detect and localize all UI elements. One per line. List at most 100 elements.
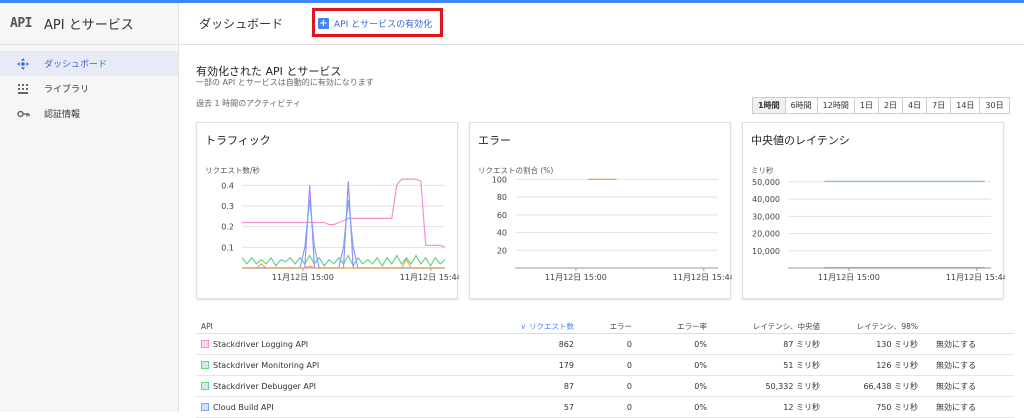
x-tick-label: 11月12日 15:44 [673,273,732,282]
y-tick-label: 20 [497,246,507,255]
col-requests-label: リクエスト数 [529,322,574,331]
cell-p98: 66,438 ミリ秒 [863,381,918,391]
api-name-link[interactable]: Cloud Build API [196,403,496,412]
sidebar-item-label: 認証情報 [44,110,81,120]
range-1d[interactable]: 1日 [853,98,878,113]
cell-p98: 750 ミリ秒 [876,402,918,412]
y-tick-label: 60 [497,211,507,220]
disable-button[interactable]: 無効にする [918,381,978,392]
api-name-link[interactable]: Stackdriver Monitoring API [196,361,496,370]
y-tick-label: 0.2 [221,223,234,232]
series-color-swatch [201,361,209,369]
cell-requests: 57 [563,402,574,412]
x-tick-label: 11月12日 15:44 [946,273,1005,282]
col-api[interactable]: API [196,322,496,331]
errors-chart[interactable]: 100 80 60 40 20 11月12日 15:00 11月12日 15:44 [470,123,732,300]
table-row: Stackdriver Monitoring API 179 0 0% 51 ミリ秒 12… [196,355,1014,376]
y-tick-label: 0.4 [221,181,234,190]
api-name-link[interactable]: Stackdriver Logging API [196,340,496,349]
cell-latency: 87 ミリ秒 [783,339,820,349]
main-content: 有効化された API とサービス 一部の API とサービスは自動的に有効になり… [180,46,1024,418]
api-name: Stackdriver Monitoring API [213,360,320,370]
series-color-swatch [201,382,209,390]
cell-requests: 87 [563,381,574,391]
disable-button[interactable]: 無効にする [918,402,978,413]
cell-latency: 12 ミリ秒 [783,402,820,412]
cell-latency: 50,332 ミリ秒 [765,381,820,391]
cell-errors: 0 [626,381,632,391]
table-row: Stackdriver Logging API 862 0 0% 87 ミリ秒 130 ミ… [196,334,1014,355]
x-tick-label: 11月12日 15:00 [545,273,607,282]
api-name: Cloud Build API [213,402,274,412]
cell-error-rate: 0% [694,402,707,412]
y-tick-label: 0.1 [221,243,234,252]
range-14d[interactable]: 14日 [950,98,979,113]
y-tick-label: 10,000 [752,247,780,256]
brand: API API とサービス [0,3,178,45]
x-tick-label: 11月12日 15:00 [272,273,334,282]
cell-latency: 51 ミリ秒 [783,360,820,370]
range-30d[interactable]: 30日 [979,98,1008,113]
latency-chart-card: 中央値のレイテンシ ミリ秒 50,000 40,000 30,000 20,000 10… [742,122,1005,300]
cell-error-rate: 0% [694,339,707,349]
sidebar-item-label: ダッシュボード [44,60,108,70]
series-line [242,178,446,248]
x-tick-label: 11月12日 15:44 [400,273,459,282]
sidebar-nav: ダッシュボード ライブラリ 認証情報 [0,45,178,126]
highlight-box [312,8,443,37]
table-body: Stackdriver Logging API 862 0 0% 87 ミリ秒 130 ミ… [196,334,1014,418]
disable-button[interactable]: 無効にする [918,339,978,350]
sidebar-item-library[interactable]: ライブラリ [0,76,178,101]
header: ダッシュボード + API とサービスの有効化 [180,3,1024,45]
time-range-selector: 1時間 6時間 12時間 1日 2日 4日 7日 14日 30日 [752,97,1010,114]
api-name: Stackdriver Logging API [213,339,309,349]
api-name: Stackdriver Debugger API [213,381,317,391]
cell-errors: 0 [626,339,632,349]
y-tick-label: 40,000 [752,195,780,204]
range-12h[interactable]: 12時間 [816,98,854,113]
table-row: Cloud Build API 57 0 0% 12 ミリ秒 750 ミリ秒 無効にする [196,397,1014,418]
cell-error-rate: 0% [694,360,707,370]
range-4d[interactable]: 4日 [902,98,926,113]
dashboard-icon [16,57,30,71]
disable-button[interactable]: 無効にする [918,360,978,371]
series-line [242,181,445,269]
sidebar-item-credentials[interactable]: 認証情報 [0,101,178,126]
range-2d[interactable]: 2日 [877,98,902,113]
col-latency[interactable]: レイテンシ、中央値 [707,321,820,332]
traffic-chart[interactable]: 0.4 0.3 0.2 0.1 11月12日 15:00 11月12日 15:44 [197,123,459,300]
api-name-link[interactable]: Stackdriver Debugger API [196,382,496,391]
col-requests[interactable]: ∨ リクエスト数 [496,321,575,332]
cell-errors: 0 [626,402,632,412]
y-tick-label: 50,000 [752,178,780,187]
col-error-rate[interactable]: エラー率 [632,321,707,332]
sidebar-item-dashboard[interactable]: ダッシュボード [0,51,178,76]
col-errors[interactable]: エラー [574,321,633,332]
col-latency-98[interactable]: レイテンシ、98% [820,321,918,332]
series-color-swatch [201,403,209,411]
cell-error-rate: 0% [694,381,707,391]
table-row: Stackdriver Debugger API 87 0 0% 50,332 ミリ秒 6… [196,376,1014,397]
cell-requests: 179 [558,360,574,370]
activity-label: 過去 1 時間のアクティビティ [196,99,301,108]
range-7d[interactable]: 7日 [926,98,950,113]
section-subtitle: 一部の API とサービスは自動的に有効になります [196,78,374,87]
sidebar: API API とサービス ダッシュボード ライブラリ 認証情報 [0,3,179,412]
y-tick-label: 40 [497,229,507,238]
range-6h[interactable]: 6時間 [784,98,817,113]
latency-chart[interactable]: 50,000 40,000 30,000 20,000 10,000 11月12日 15:… [743,123,1005,300]
y-tick-label: 0.3 [221,202,234,211]
errors-chart-card: エラー リクエストの割合 (%) 100 80 60 40 20 11月12日 15:00… [469,122,732,300]
series-color-swatch [201,340,209,348]
table-header: API ∨ リクエスト数 エラー エラー率 レイテンシ、中央値 レイテンシ、98% [196,320,1014,334]
y-tick-label: 80 [497,193,507,202]
app-title: API とサービス [44,18,134,33]
api-logo: API [10,16,32,31]
cell-errors: 0 [626,360,632,370]
sidebar-item-label: ライブラリ [44,85,90,95]
x-tick-label: 11月12日 15:00 [818,273,880,282]
range-1h[interactable]: 1時間 [753,98,785,113]
key-icon [16,107,30,121]
cell-requests: 862 [558,339,574,349]
library-icon [16,82,30,96]
